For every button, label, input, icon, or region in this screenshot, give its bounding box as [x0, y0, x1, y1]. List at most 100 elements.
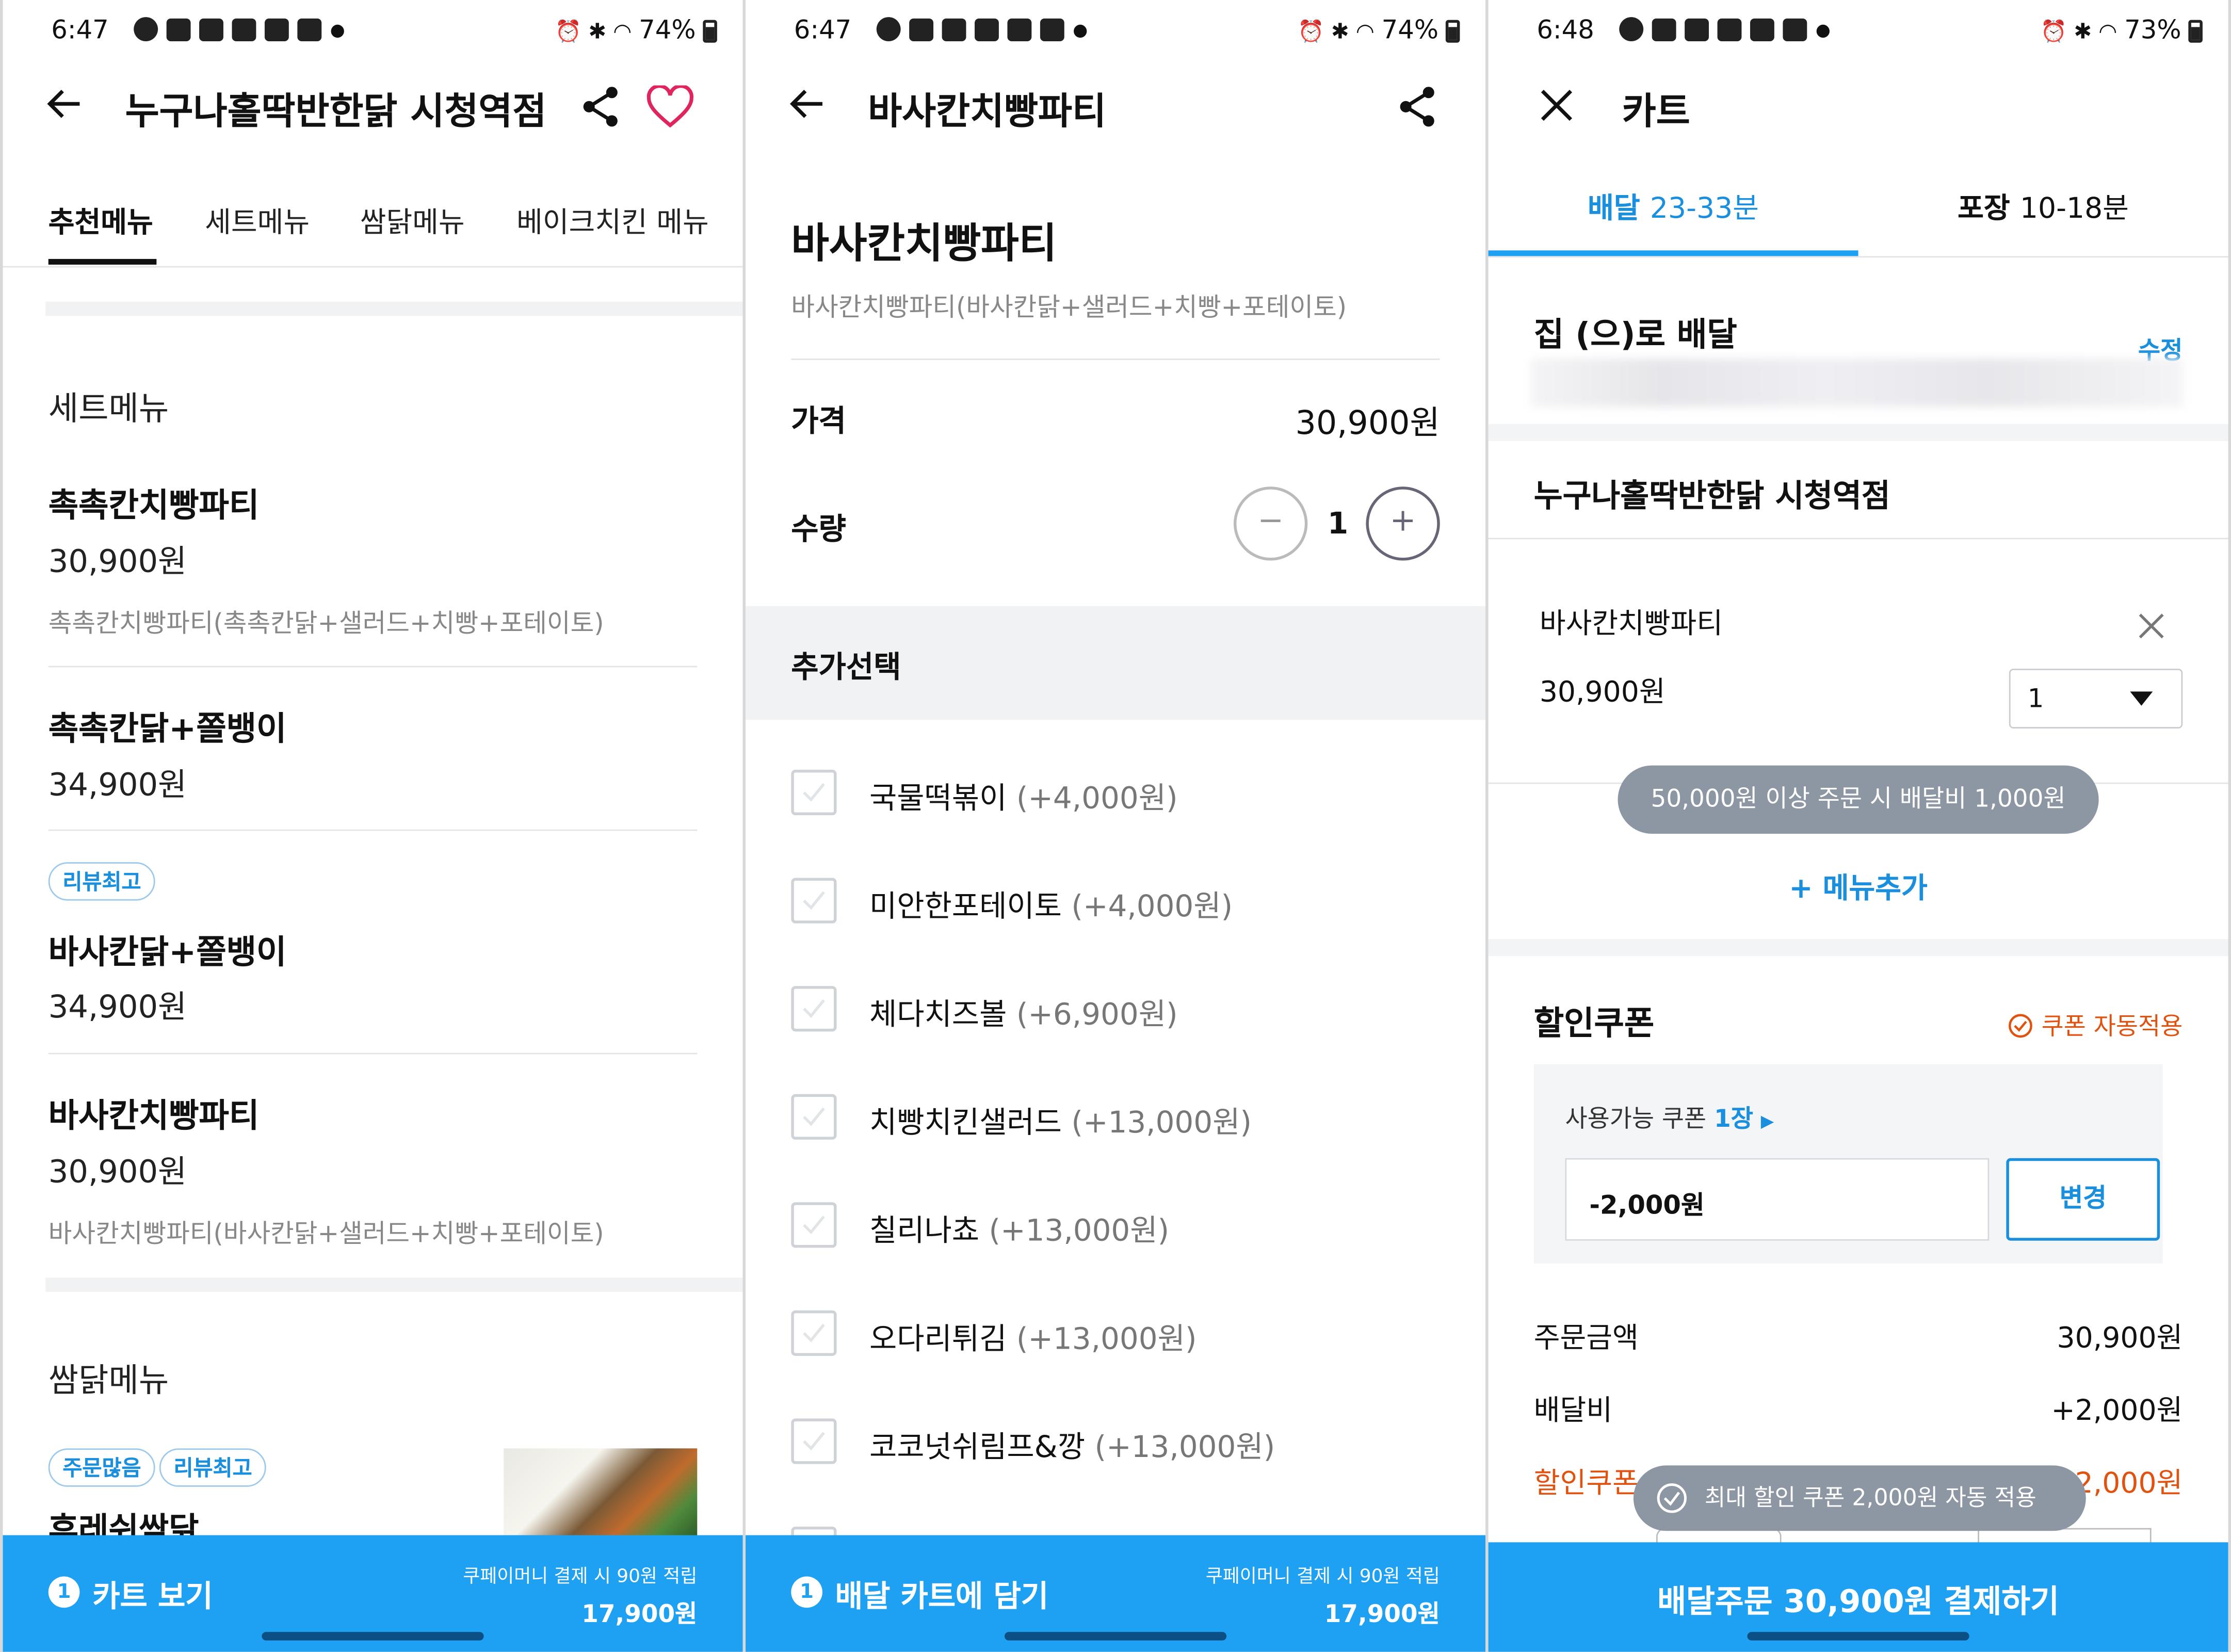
- option-label: 치빵치킨샐러드 (+13,000원): [869, 1105, 1252, 1140]
- price-label: 가격: [791, 404, 846, 439]
- option-label: 국물떡볶이 (+4,000원): [869, 781, 1178, 816]
- section-title-set: 세트메뉴: [48, 391, 169, 429]
- add-to-cart-bar[interactable]: 1 배달 카트에 담기 쿠페이머니 결제 시 90원 적립 17,900원: [746, 1535, 1486, 1652]
- desc-divider: [791, 358, 1440, 360]
- home-indicator: [262, 1632, 484, 1641]
- cart-title: 카트: [1622, 91, 1690, 134]
- cart-item-name: 바사칸치빵파티: [1539, 606, 1723, 640]
- review-best-badge: 리뷰최고: [48, 862, 156, 901]
- view-cart-label: 카트 보기: [92, 1579, 213, 1614]
- quantity-minus-button[interactable]: −: [1233, 487, 1308, 561]
- checkout-button-label: 배달주문 30,900원 결제하기: [1657, 1585, 2059, 1621]
- remove-item-icon[interactable]: [2137, 612, 2165, 646]
- section-spacer: [1488, 424, 2228, 441]
- reward-note: 쿠페이머니 결제 시 90원 적립: [463, 1566, 698, 1588]
- notification-icons: ●: [134, 17, 345, 41]
- store-name: 누구나홀딱반한닭 시청역점: [1533, 479, 1890, 515]
- menu-option-screen: 6:47 ● ⏰ ✱ ◠ 74% 바사칸치빵파티 바사칸치빵파티 바사칸치빵파티(…: [746, 0, 1486, 1652]
- review-best-badge: 리뷰최고: [159, 1448, 267, 1487]
- food-thumbnail[interactable]: [504, 1448, 698, 1537]
- option-checkbox[interactable]: [791, 1310, 837, 1356]
- summary-value: 30,900원: [2057, 1320, 2183, 1355]
- back-arrow-icon[interactable]: [788, 85, 826, 128]
- cart-screen: 6:48 ● ⏰ ✱ ◠ 73% 카트 배달 23-33분 포장 10-18분 집…: [1488, 0, 2228, 1652]
- section-spacer: [45, 1277, 743, 1292]
- restaurant-title: 누구나홀딱반한닭 시청역점: [125, 91, 547, 134]
- status-bar: 6:48 ● ⏰ ✱ ◠ 73%: [1489, 0, 2228, 66]
- option-checkbox[interactable]: [791, 986, 837, 1032]
- close-icon[interactable]: [1540, 88, 1574, 128]
- quantity-plus-button[interactable]: +: [1366, 487, 1440, 561]
- auto-coupon-toast: 최대 할인 쿠폰 2,000원 자동 적용: [1633, 1465, 2086, 1531]
- option-checkbox[interactable]: [791, 769, 837, 816]
- tab-set-menu[interactable]: 세트메뉴: [205, 199, 310, 240]
- coupon-title: 할인쿠폰: [1533, 1006, 1655, 1043]
- option-checkbox[interactable]: [791, 1202, 837, 1248]
- menu-item-name[interactable]: 촉촉칸닭+쫄뱅이: [48, 702, 287, 750]
- back-arrow-icon[interactable]: [45, 85, 83, 128]
- menu-item-price: 34,900원: [48, 990, 187, 1026]
- tab-pickup[interactable]: 포장 10-18분: [1858, 185, 2228, 226]
- system-icons: ⏰ ✱ ◠ 73%: [2041, 15, 2203, 45]
- status-time: 6:47: [794, 15, 852, 46]
- available-coupon-label[interactable]: 사용가능 쿠폰 1장 ▶: [1565, 1098, 1774, 1134]
- add-menu-link[interactable]: + 메뉴추가: [1489, 865, 2228, 906]
- share-icon[interactable]: [580, 85, 620, 134]
- notification-icons: ●: [876, 17, 1088, 41]
- status-time: 6:47: [51, 15, 109, 46]
- option-label: 체다치즈볼 (+6,900원): [869, 997, 1178, 1032]
- cart-bottom-bar[interactable]: 1 카트 보기 쿠페이머니 결제 시 90원 적립 17,900원: [3, 1535, 743, 1652]
- summary-value: +2,000원: [2051, 1392, 2183, 1427]
- tab-ssam-menu[interactable]: 쌈닭메뉴: [360, 199, 465, 240]
- system-icons: ⏰ ✱ ◠ 74%: [555, 15, 717, 45]
- home-indicator: [1747, 1632, 1969, 1641]
- cart-count-badge: 1: [48, 1576, 80, 1608]
- tab-recommended[interactable]: 추천메뉴: [48, 199, 153, 240]
- home-indicator: [1004, 1632, 1227, 1641]
- option-checkbox[interactable]: [791, 1094, 837, 1140]
- caret-down-icon: [2130, 691, 2153, 706]
- coupon-auto-apply[interactable]: 쿠폰 자동적용: [2008, 1006, 2182, 1042]
- quantity-select-value: 1: [2027, 684, 2044, 715]
- menu-item-desc: 바사칸치빵파티(바사칸닭+샐러드+치빵+포테이토): [48, 1219, 604, 1250]
- heart-icon[interactable]: [646, 84, 694, 134]
- coupon-value-field[interactable]: -2,000원: [1565, 1158, 1990, 1241]
- item-heading: 바사칸치빵파티: [791, 219, 1057, 268]
- tabs-divider: [1488, 256, 2228, 258]
- option-checkbox[interactable]: [791, 1418, 837, 1464]
- item-description: 바사칸치빵파티(바사칸닭+샐러드+치빵+포테이토): [791, 293, 1347, 323]
- checkout-bar[interactable]: 배달주문 30,900원 결제하기: [1488, 1542, 2228, 1652]
- quantity-value: 1: [1327, 506, 1349, 541]
- active-tab-indicator: [1488, 250, 1858, 256]
- status-bar: 6:47 ● ⏰ ✱ ◠ 74%: [3, 0, 743, 66]
- blurred-address: [1531, 358, 2183, 407]
- menu-item-price: 30,900원: [48, 545, 187, 581]
- battery-percent: 74%: [1381, 15, 1439, 46]
- delivery-fee-tooltip: 50,000원 이상 주문 시 배달비 1,000원: [1618, 765, 2099, 834]
- quantity-select[interactable]: 1: [2009, 669, 2183, 728]
- check-circle-icon: [1657, 1483, 1687, 1513]
- cart-total: 17,900원: [1324, 1600, 1440, 1629]
- cart-item-price: 30,900원: [1539, 674, 1666, 709]
- summary-label: 주문금액: [1533, 1320, 1639, 1355]
- check-circle-icon: [2009, 1014, 2033, 1038]
- many-orders-badge: 주문많음: [48, 1448, 156, 1487]
- tab-delivery[interactable]: 배달 23-33분: [1489, 185, 1858, 226]
- coupon-change-button[interactable]: 변경: [2006, 1158, 2160, 1241]
- menu-item-name[interactable]: 촉촉칸치빵파티: [48, 478, 259, 527]
- option-label: 코코넛쉬림프&깡 (+13,000원): [869, 1430, 1275, 1464]
- tabs-divider: [3, 266, 743, 268]
- option-label: 오다리튀김 (+13,000원): [869, 1321, 1197, 1356]
- section-title-ssam: 쌈닭메뉴: [48, 1363, 169, 1400]
- screen-title: 바사칸치빵파티: [868, 91, 1106, 134]
- tab-bake-chicken-menu[interactable]: 베이크치킨 메뉴: [516, 199, 709, 240]
- restaurant-menu-screen: 6:47 ● ⏰ ✱ ◠ 74% 누구나홀딱반한닭 시청역점 추천메뉴 세트메뉴 …: [3, 0, 743, 1652]
- status-bar: 6:47 ● ⏰ ✱ ◠ 74%: [746, 0, 1485, 66]
- menu-item-name[interactable]: 바사칸닭+쫄뱅이: [48, 925, 287, 974]
- option-label: 칠리나쵸 (+13,000원): [869, 1213, 1170, 1248]
- option-checkbox[interactable]: [791, 878, 837, 924]
- share-icon[interactable]: [1397, 85, 1437, 134]
- menu-item-name[interactable]: 바사칸치빵파티: [48, 1089, 259, 1137]
- section-spacer: [45, 301, 743, 316]
- status-time: 6:48: [1537, 15, 1594, 46]
